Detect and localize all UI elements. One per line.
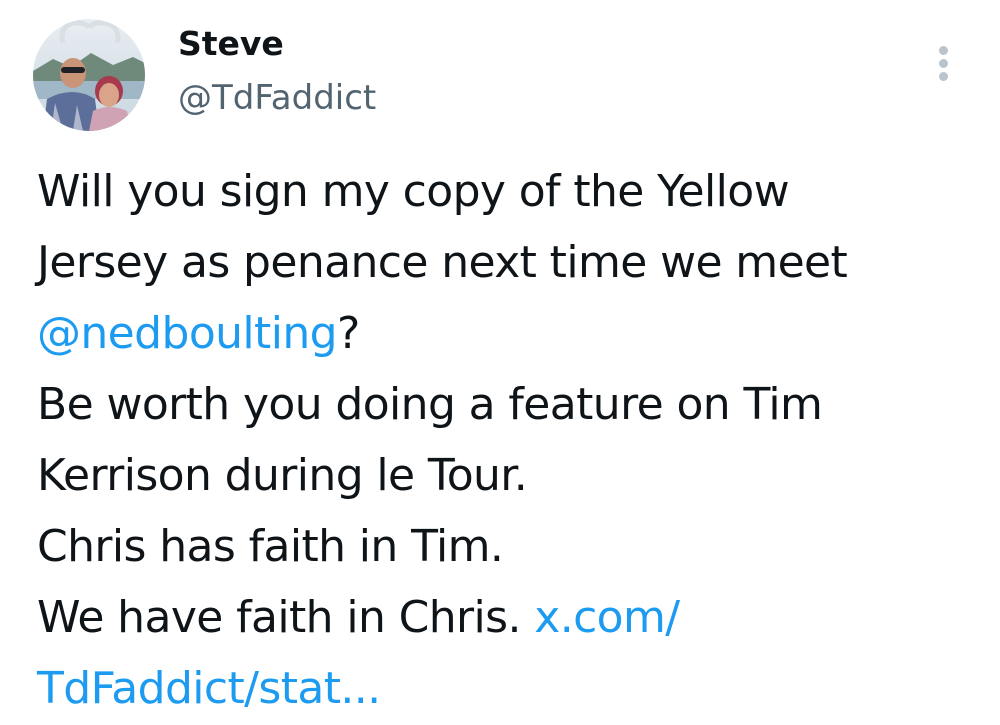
tweet-text-line: @nedboulting? [37,298,987,369]
mention-link[interactable]: @nedboulting [37,308,338,359]
author-handle[interactable]: @TdFaddict [178,76,376,120]
tweet-text-line: Chris has faith in Tim. [37,521,504,572]
tweet-text-line: TdFaddict/stat... [37,653,987,724]
menu-dot [939,72,948,81]
menu-dot [939,46,948,55]
tweet-text-line: Will you sign my copy of the Yellow [37,166,790,217]
mention-suffix: ? [336,308,360,359]
tweet-text: Will you sign my copy of the Yellow Jers… [37,156,987,724]
tweet-text-line: Jersey as penance next time we meet [37,237,848,288]
author-avatar[interactable] [33,19,145,131]
url-link-continued[interactable]: TdFaddict/stat... [37,663,381,714]
tweet: Steve @TdFaddict Will you sign my copy o… [0,0,1000,725]
author-display-name[interactable]: Steve [178,22,284,66]
tweet-text-line: Kerrison during le Tour. [37,450,528,501]
more-vertical-icon[interactable] [928,40,960,88]
menu-dot [939,59,948,68]
tweet-text-line: We have faith in Chris. x.com/ [37,582,987,653]
tweet-text-segment: We have faith in Chris. [37,592,535,643]
url-link[interactable]: x.com/ [534,592,680,643]
tweet-text-line: Be worth you doing a feature on Tim [37,379,823,430]
avatar-photo [33,19,145,131]
